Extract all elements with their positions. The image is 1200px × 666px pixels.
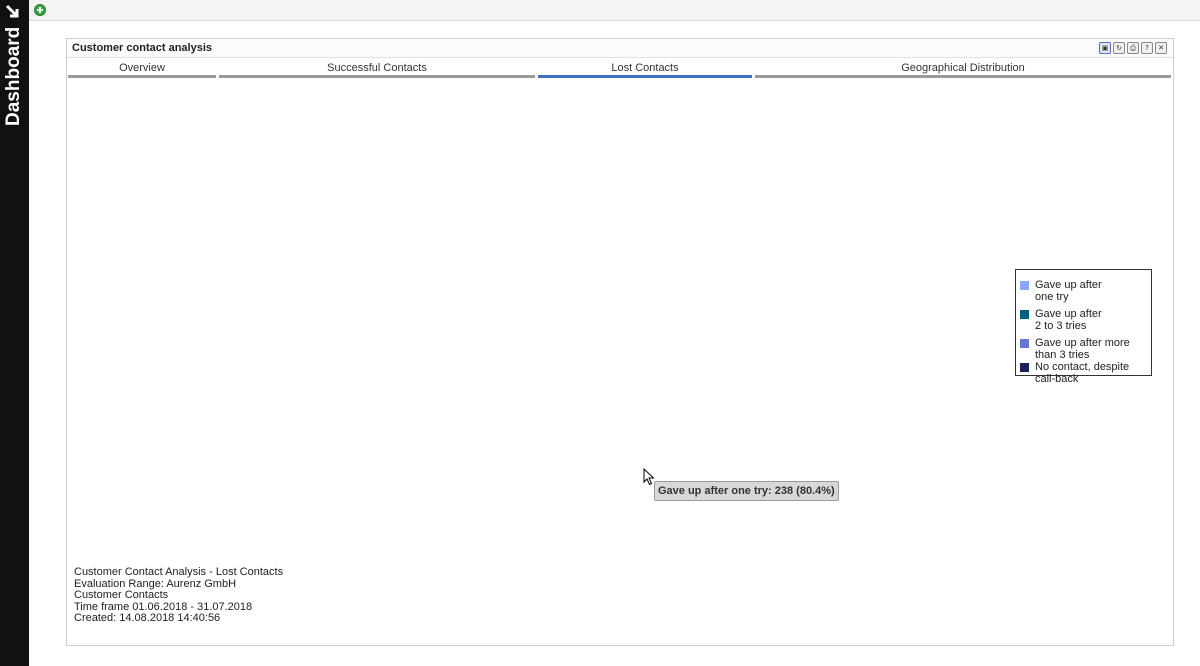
refresh-icon[interactable]: ↻ — [1113, 42, 1125, 54]
legend-swatch — [1020, 363, 1029, 372]
legend-item[interactable]: Gave up after more than 3 tries — [1020, 337, 1130, 361]
legend-label: Gave up after — [1035, 279, 1102, 291]
legend-label: one try — [1035, 291, 1069, 303]
legend-label: No contact, despite call-back — [1035, 361, 1130, 385]
close-icon[interactable]: ✕ — [1155, 42, 1167, 54]
report-info-created: Created: 14.08.2018 14:40:56 — [74, 612, 221, 624]
legend-swatch — [1020, 310, 1029, 319]
panel-title: Customer contact analysis — [72, 42, 212, 54]
legend-label: than 3 tries — [1035, 349, 1090, 361]
legend-label: 2 to 3 tries — [1035, 320, 1087, 332]
panel-header: Customer contact analysis ▣ ↻ ⎙ ? ✕ — [67, 39, 1173, 58]
tab-lost-contacts[interactable]: Lost Contacts — [538, 58, 752, 78]
panel-tools: ▣ ↻ ⎙ ? ✕ — [1099, 42, 1167, 54]
chart-tooltip: Gave up after one try: 238 (80.4%) — [654, 481, 839, 501]
copy-icon[interactable]: ▣ — [1099, 42, 1111, 54]
report-info-title: Customer Contact Analysis - Lost Contact… — [74, 566, 284, 578]
legend-label: Gave up after — [1035, 308, 1102, 320]
customer-contact-panel: Customer contact analysis ▣ ↻ ⎙ ? ✕ Over… — [66, 38, 1174, 646]
report-info: Customer Contact Analysis - Lost Contact… — [74, 566, 284, 625]
legend-swatch — [1020, 339, 1029, 348]
legend-label: Gave up after more — [1035, 337, 1130, 349]
help-icon[interactable]: ? — [1141, 42, 1153, 54]
tab-successful-contacts[interactable]: Successful Contacts — [219, 58, 535, 78]
chart-legend: Gave up after one try Gave up after 2 to… — [1015, 269, 1152, 385]
legend-item[interactable]: Gave up after one try — [1020, 279, 1102, 303]
legend-item[interactable]: Gave up after 2 to 3 tries — [1020, 308, 1102, 332]
report-info-type: Customer Contacts — [74, 589, 169, 601]
legend-item[interactable]: No contact, despite call-back — [1020, 361, 1151, 385]
tab-bar: Overview Successful Contacts Lost Contac… — [67, 58, 1173, 78]
print-icon[interactable]: ⎙ — [1127, 42, 1139, 54]
tab-overview[interactable]: Overview — [68, 58, 216, 78]
mouse-cursor-icon — [643, 468, 655, 486]
legend-swatch — [1020, 281, 1029, 290]
tab-geographical-distribution[interactable]: Geographical Distribution — [755, 58, 1171, 78]
